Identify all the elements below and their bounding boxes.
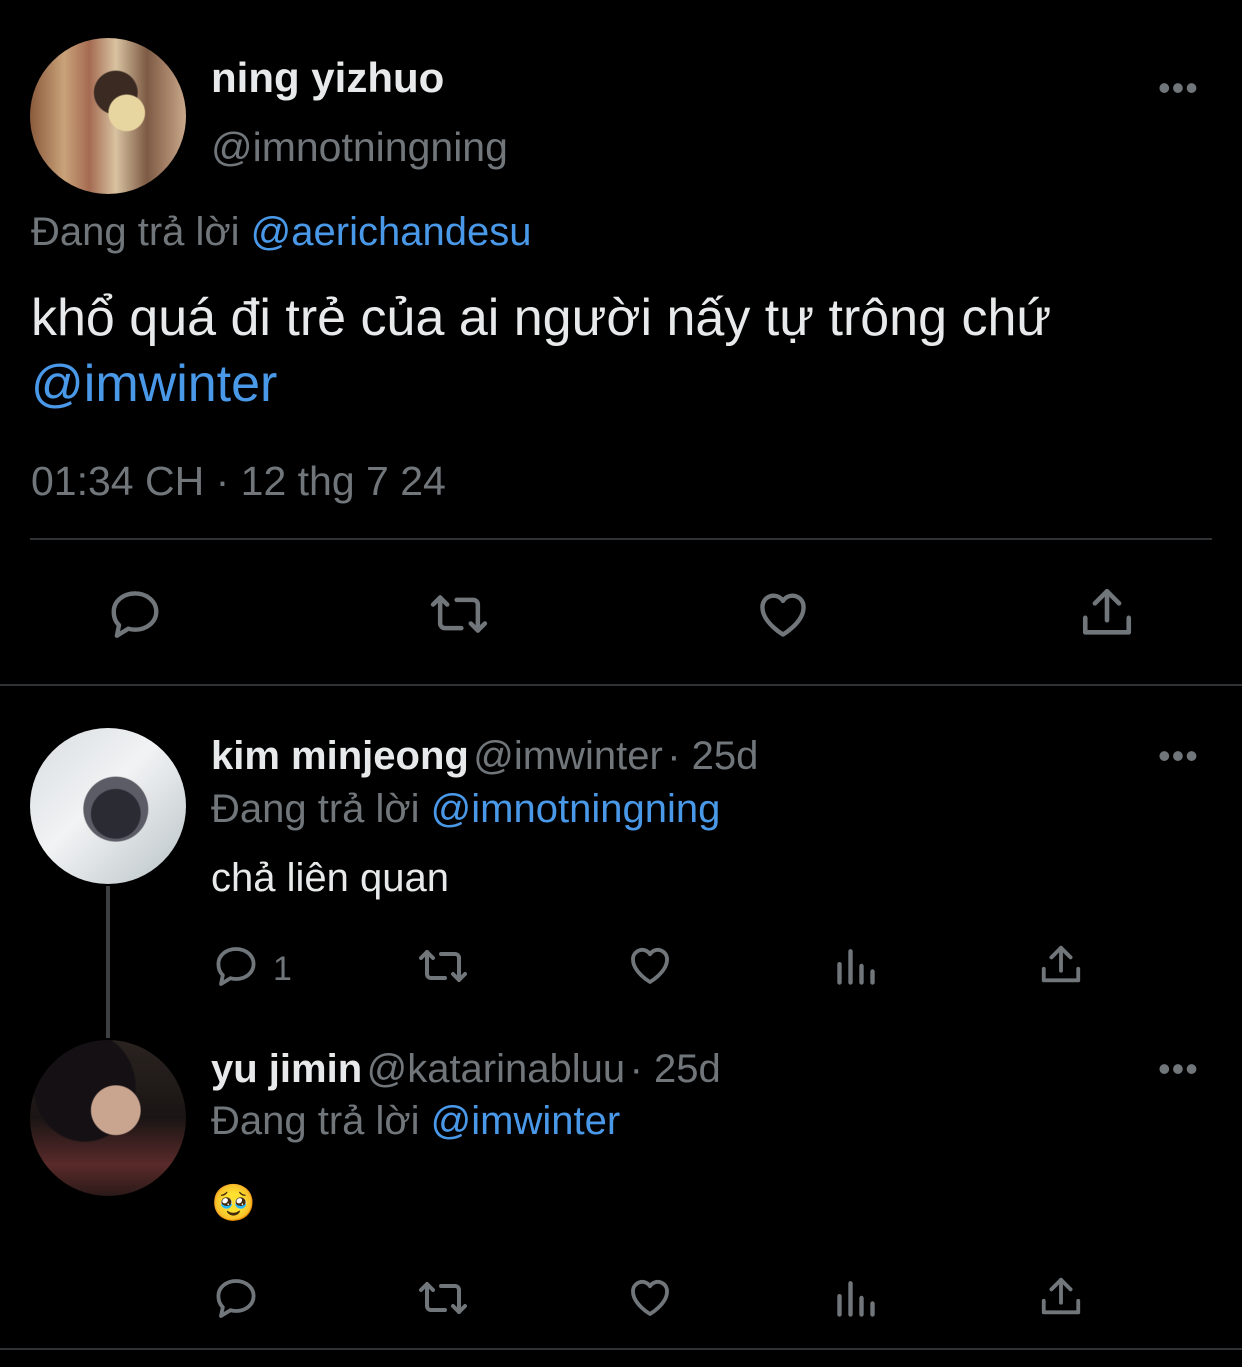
retweet-icon[interactable] (415, 942, 471, 990)
reply-icon[interactable] (106, 585, 164, 643)
reply-text: chả liên quan (211, 856, 449, 900)
retweet-icon[interactable] (426, 585, 492, 643)
tweet-body: khổ quá đi trẻ của ai người nấy tự trông… (31, 289, 1052, 347)
timestamp[interactable]: 01:34 CH · 12 thg 7 24 (31, 458, 446, 505)
more-options-button[interactable]: ••• (1158, 738, 1199, 774)
more-options-button[interactable]: ••• (1158, 70, 1199, 106)
reply-header: yu jimin @katarinabluu · 25d (211, 1047, 721, 1092)
author-name[interactable]: yu jimin (211, 1047, 362, 1091)
analytics-icon[interactable] (834, 1276, 878, 1320)
share-icon[interactable] (1038, 941, 1084, 989)
replying-to: Đang trả lời @imnotningning (211, 787, 720, 832)
replying-to: Đang trả lời @imwinter (211, 1099, 620, 1144)
reply-header: kim minjeong @imwinter · 25d (211, 734, 758, 779)
like-icon[interactable] (625, 1273, 675, 1321)
like-icon[interactable] (753, 585, 813, 643)
replying-to-label: Đang trả lời (211, 787, 420, 831)
share-icon[interactable] (1078, 583, 1136, 643)
reply-age[interactable]: · 25d (630, 1047, 721, 1091)
mention-link[interactable]: @imwinter (31, 351, 1211, 417)
reply-emoji: 🥹 (211, 1182, 256, 1223)
analytics-icon[interactable] (834, 944, 878, 988)
author-name[interactable]: ning yizhuo (211, 54, 444, 102)
reply-age[interactable]: · 25d (667, 734, 758, 778)
tweet-text: khổ quá đi trẻ của ai người nấy tự trông… (31, 285, 1211, 417)
reply-icon[interactable] (212, 942, 260, 990)
avatar[interactable] (30, 1040, 186, 1196)
replying-to-label: Đang trả lời (31, 210, 240, 254)
replying-to-link[interactable]: @imwinter (431, 1099, 621, 1143)
retweet-icon[interactable] (415, 1274, 471, 1322)
section-divider (0, 684, 1242, 686)
reply-icon[interactable] (212, 1274, 260, 1322)
avatar[interactable] (30, 38, 186, 194)
reply-count: 1 (273, 950, 292, 988)
thread-connector (106, 886, 110, 1038)
like-icon[interactable] (625, 941, 675, 989)
replying-to: Đang trả lời @aerichandesu (31, 210, 531, 255)
more-options-button[interactable]: ••• (1158, 1051, 1199, 1087)
author-handle[interactable]: @katarinabluu (367, 1047, 626, 1091)
divider (30, 538, 1212, 540)
replying-to-label: Đang trả lời (211, 1099, 420, 1143)
avatar[interactable] (30, 728, 186, 884)
author-name[interactable]: kim minjeong (211, 734, 469, 778)
author-handle[interactable]: @imnotningning (211, 124, 508, 171)
replying-to-link[interactable]: @aerichandesu (251, 210, 532, 254)
share-icon[interactable] (1038, 1273, 1084, 1321)
section-divider (0, 1348, 1242, 1350)
author-handle[interactable]: @imwinter (473, 734, 663, 778)
replying-to-link[interactable]: @imnotningning (431, 787, 721, 831)
